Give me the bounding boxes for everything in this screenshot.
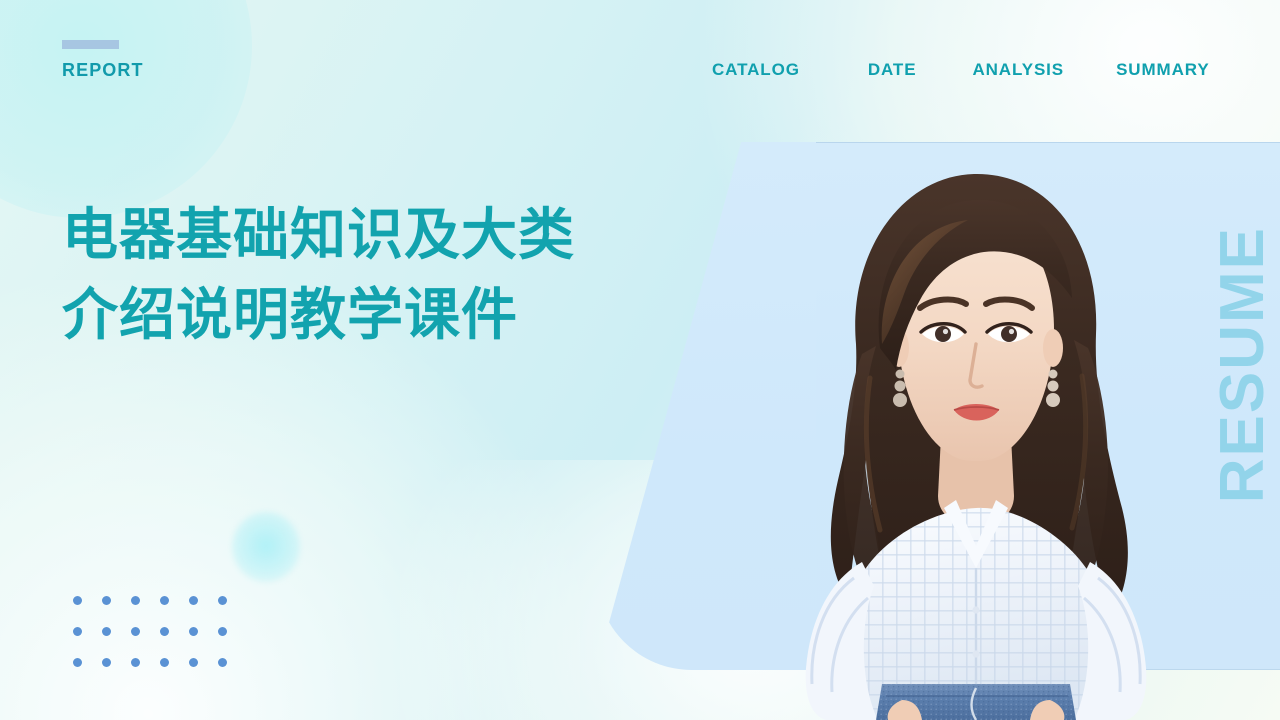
dot [218,627,227,636]
dot [189,627,198,636]
title-line-2: 介绍说明教学课件 [62,282,518,348]
resume-vertical-label: RESUME [1208,226,1277,504]
brand-label: REPORT [62,60,144,80]
dot [131,596,140,605]
dot [131,627,140,636]
nav-item-summary[interactable]: SUMMARY [1116,60,1210,80]
top-navigation[interactable]: CATALOG DATE ANALYSIS SUMMARY [712,60,1210,80]
dot [73,658,82,667]
dot [218,596,227,605]
nav-item-date[interactable]: DATE [868,60,917,80]
dot [189,658,198,667]
dot [73,596,82,605]
brand-mark: REPORT [62,40,144,81]
slide-canvas: RESUME REPORT CATALOG DATE ANALYSIS SUMM… [0,0,1280,720]
dot [189,596,198,605]
brand-accent-bar [62,40,119,49]
dot [160,596,169,605]
dot [160,658,169,667]
dot [218,658,227,667]
nav-item-catalog[interactable]: CATALOG [712,60,800,80]
decorative-dot-grid [73,596,247,689]
dot [73,627,82,636]
dot [131,658,140,667]
dot [160,627,169,636]
dot [102,627,111,636]
dot [102,596,111,605]
nav-item-analysis[interactable]: ANALYSIS [972,60,1064,80]
dot [102,658,111,667]
title-line-1: 电器基础知识及大类 [62,203,575,268]
page-title: 电器基础知识及大类 介绍说明教学课件 [62,196,702,355]
